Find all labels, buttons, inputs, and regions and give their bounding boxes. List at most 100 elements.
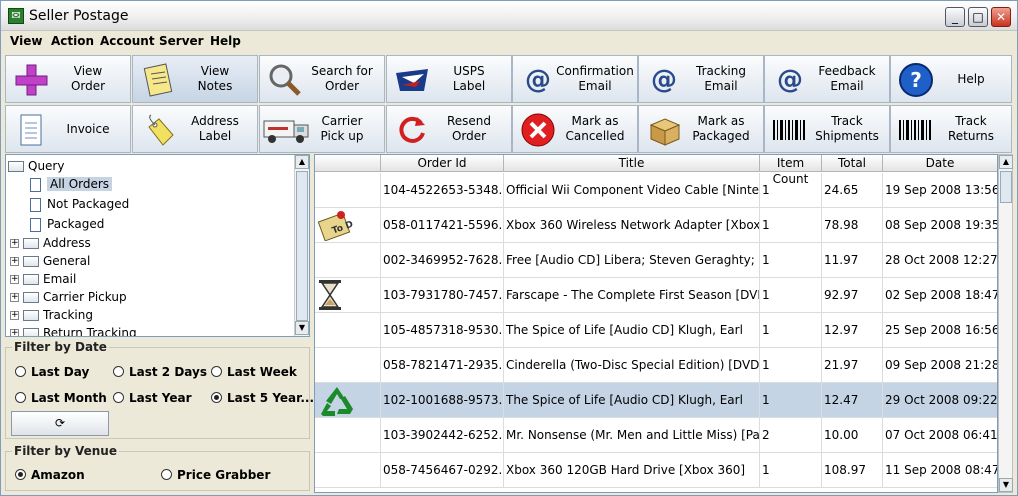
tree-folder-return-tracking[interactable]: + Return Tracking bbox=[10, 324, 137, 336]
view-notes-button[interactable]: View Notes bbox=[132, 55, 258, 103]
column-header-title[interactable]: Title bbox=[504, 155, 760, 172]
tree-scrollbar[interactable]: ▲ ▼ bbox=[294, 155, 309, 336]
table-row[interactable]: 103-7931780-7457... Farscape - The Comple… bbox=[315, 278, 997, 313]
search-order-button[interactable]: Search for Order bbox=[259, 55, 385, 103]
menu-view[interactable]: View bbox=[10, 34, 42, 48]
column-header-date[interactable]: Date bbox=[883, 155, 997, 172]
expand-icon[interactable]: + bbox=[10, 311, 19, 320]
filter-date-title: Filter by Date bbox=[12, 340, 109, 354]
cell-order-id: 102-1001688-9573... bbox=[381, 383, 504, 418]
radio-last-day[interactable]: Last Day bbox=[15, 365, 89, 379]
refresh-icon: ⟳ bbox=[54, 416, 66, 430]
table-row[interactable]: 058-7456467-0292... Xbox 360 120GB Hard D… bbox=[315, 453, 997, 488]
table-row[interactable]: 103-3902442-6252... Mr. Nonsense (Mr. Men… bbox=[315, 418, 997, 453]
cell-status-icon bbox=[315, 278, 381, 313]
tree-folder-email[interactable]: + Email bbox=[10, 270, 76, 288]
tree-item-not-packaged[interactable]: Not Packaged bbox=[30, 195, 129, 213]
radio-price-grabber[interactable]: Price Grabber bbox=[161, 468, 270, 482]
window-title: Seller Postage bbox=[29, 8, 129, 24]
document-icon bbox=[30, 217, 41, 232]
close-button[interactable]: ✕ bbox=[991, 7, 1011, 27]
cell-date: 19 Sep 2008 13:56 bbox=[883, 173, 997, 208]
tree-root-query[interactable]: Query bbox=[8, 157, 64, 175]
carrier-pickup-button[interactable]: Carrier Pick up bbox=[259, 105, 385, 153]
cell-total: 24.65 bbox=[822, 173, 883, 208]
radio-last-week[interactable]: Last Week bbox=[211, 365, 297, 379]
tracking-email-button[interactable]: @ Tracking Email bbox=[638, 55, 764, 103]
minimize-button[interactable]: _ bbox=[945, 7, 965, 27]
table-scrollbar[interactable]: ▲ ▼ bbox=[998, 154, 1013, 493]
cell-title: The Spice of Life [Audio CD] Klugh, Earl bbox=[504, 383, 760, 418]
cell-total: 92.97 bbox=[822, 278, 883, 313]
expand-icon[interactable]: + bbox=[10, 239, 19, 248]
track-returns-button[interactable]: Track Returns bbox=[890, 105, 1012, 153]
menu-action[interactable]: Action bbox=[51, 34, 94, 48]
maximize-button[interactable]: □ bbox=[968, 7, 988, 27]
scroll-down-icon[interactable]: ▼ bbox=[295, 321, 309, 335]
at-sign-icon: @ bbox=[525, 65, 551, 95]
usps-label-button[interactable]: USPS Label bbox=[386, 55, 512, 103]
table-row[interactable]: 058-7821471-2935... Cinderella (Two-Disc … bbox=[315, 348, 997, 383]
tree-item-packaged[interactable]: Packaged bbox=[30, 215, 104, 233]
scroll-up-icon[interactable]: ▲ bbox=[295, 155, 309, 169]
track-shipments-button[interactable]: Track Shipments bbox=[764, 105, 890, 153]
cell-status-icon bbox=[315, 173, 381, 208]
tree-folder-tracking[interactable]: + Tracking bbox=[10, 306, 93, 324]
column-header-icon[interactable] bbox=[315, 155, 381, 172]
table-row[interactable]: 002-3469952-7628... Free [Audio CD] Liber… bbox=[315, 243, 997, 278]
radio-last-month[interactable]: Last Month bbox=[15, 391, 107, 405]
table-row[interactable]: To Do 058-0117421-5596... Xbox 360 Wireles… bbox=[315, 208, 997, 243]
column-header-total[interactable]: Total bbox=[822, 155, 883, 172]
radio-last-year[interactable]: Last Year bbox=[113, 391, 192, 405]
tree-folder-carrier-pickup[interactable]: + Carrier Pickup bbox=[10, 288, 127, 306]
mark-packaged-button[interactable]: Mark as Packaged bbox=[638, 105, 764, 153]
expand-icon[interactable]: + bbox=[10, 257, 19, 266]
confirmation-email-button[interactable]: @ Confirmation Email bbox=[512, 55, 638, 103]
menu-account[interactable]: Account bbox=[100, 34, 155, 48]
cell-title: Cinderella (Two-Disc Special Edition) [D… bbox=[504, 348, 760, 383]
tree-folder-address[interactable]: + Address bbox=[10, 234, 91, 252]
radio-amazon[interactable]: Amazon bbox=[15, 468, 85, 482]
expand-icon[interactable]: + bbox=[10, 293, 19, 302]
tree-item-all-orders[interactable]: All Orders bbox=[30, 175, 113, 193]
cell-item-count: 1 bbox=[760, 383, 822, 418]
table-row[interactable]: 102-1001688-9573... The Spice of Life [Au… bbox=[315, 383, 997, 418]
address-label-button[interactable]: Address Label bbox=[132, 105, 258, 153]
expand-icon[interactable]: + bbox=[10, 329, 19, 336]
expand-icon[interactable]: + bbox=[10, 275, 19, 284]
help-button[interactable]: ? Help bbox=[890, 55, 1012, 103]
folder-icon bbox=[23, 310, 39, 321]
column-header-item-count[interactable]: Item Count bbox=[760, 155, 822, 186]
table-row[interactable]: 105-4857318-9530... The Spice of Life [Au… bbox=[315, 313, 997, 348]
resend-order-button[interactable]: Resend Order bbox=[386, 105, 512, 153]
barcode-icon bbox=[771, 112, 809, 148]
cell-order-id: 103-7931780-7457... bbox=[381, 278, 504, 313]
menu-help[interactable]: Help bbox=[210, 34, 241, 48]
refresh-filter-button[interactable]: ⟳ bbox=[11, 411, 109, 436]
tree-folder-general[interactable]: + General bbox=[10, 252, 90, 270]
table-row[interactable]: 104-4522653-5348... Official Wii Componen… bbox=[315, 173, 997, 208]
mark-cancelled-button[interactable]: Mark as Cancelled bbox=[512, 105, 638, 153]
scroll-thumb[interactable] bbox=[296, 171, 308, 321]
cell-order-id: 002-3469952-7628... bbox=[381, 243, 504, 278]
invoice-button[interactable]: Invoice bbox=[5, 105, 131, 153]
scroll-up-icon[interactable]: ▲ bbox=[999, 155, 1013, 169]
cell-order-id: 058-0117421-5596... bbox=[381, 208, 504, 243]
column-header-order-id[interactable]: Order Id bbox=[381, 155, 504, 172]
radio-last-2-days[interactable]: Last 2 Days bbox=[113, 365, 207, 379]
scroll-down-icon[interactable]: ▼ bbox=[999, 478, 1013, 492]
cell-date: 02 Sep 2008 18:47 bbox=[883, 278, 997, 313]
cell-total: 108.97 bbox=[822, 453, 883, 488]
radio-last-5-years[interactable]: Last 5 Year... bbox=[211, 391, 314, 405]
scroll-thumb[interactable] bbox=[1000, 171, 1012, 203]
view-order-button[interactable]: View Order bbox=[5, 55, 131, 103]
cell-total: 12.97 bbox=[822, 313, 883, 348]
package-box-icon bbox=[645, 112, 683, 148]
feedback-email-button[interactable]: @ Feedback Email bbox=[764, 55, 890, 103]
svg-text:?: ? bbox=[910, 68, 922, 92]
menu-server[interactable]: Server bbox=[159, 34, 204, 48]
cell-date: 29 Oct 2008 09:22 bbox=[883, 383, 997, 418]
document-icon bbox=[30, 197, 41, 212]
cell-order-id: 103-3902442-6252... bbox=[381, 418, 504, 453]
title-bar[interactable]: ✉ Seller Postage _ □ ✕ bbox=[1, 1, 1017, 31]
